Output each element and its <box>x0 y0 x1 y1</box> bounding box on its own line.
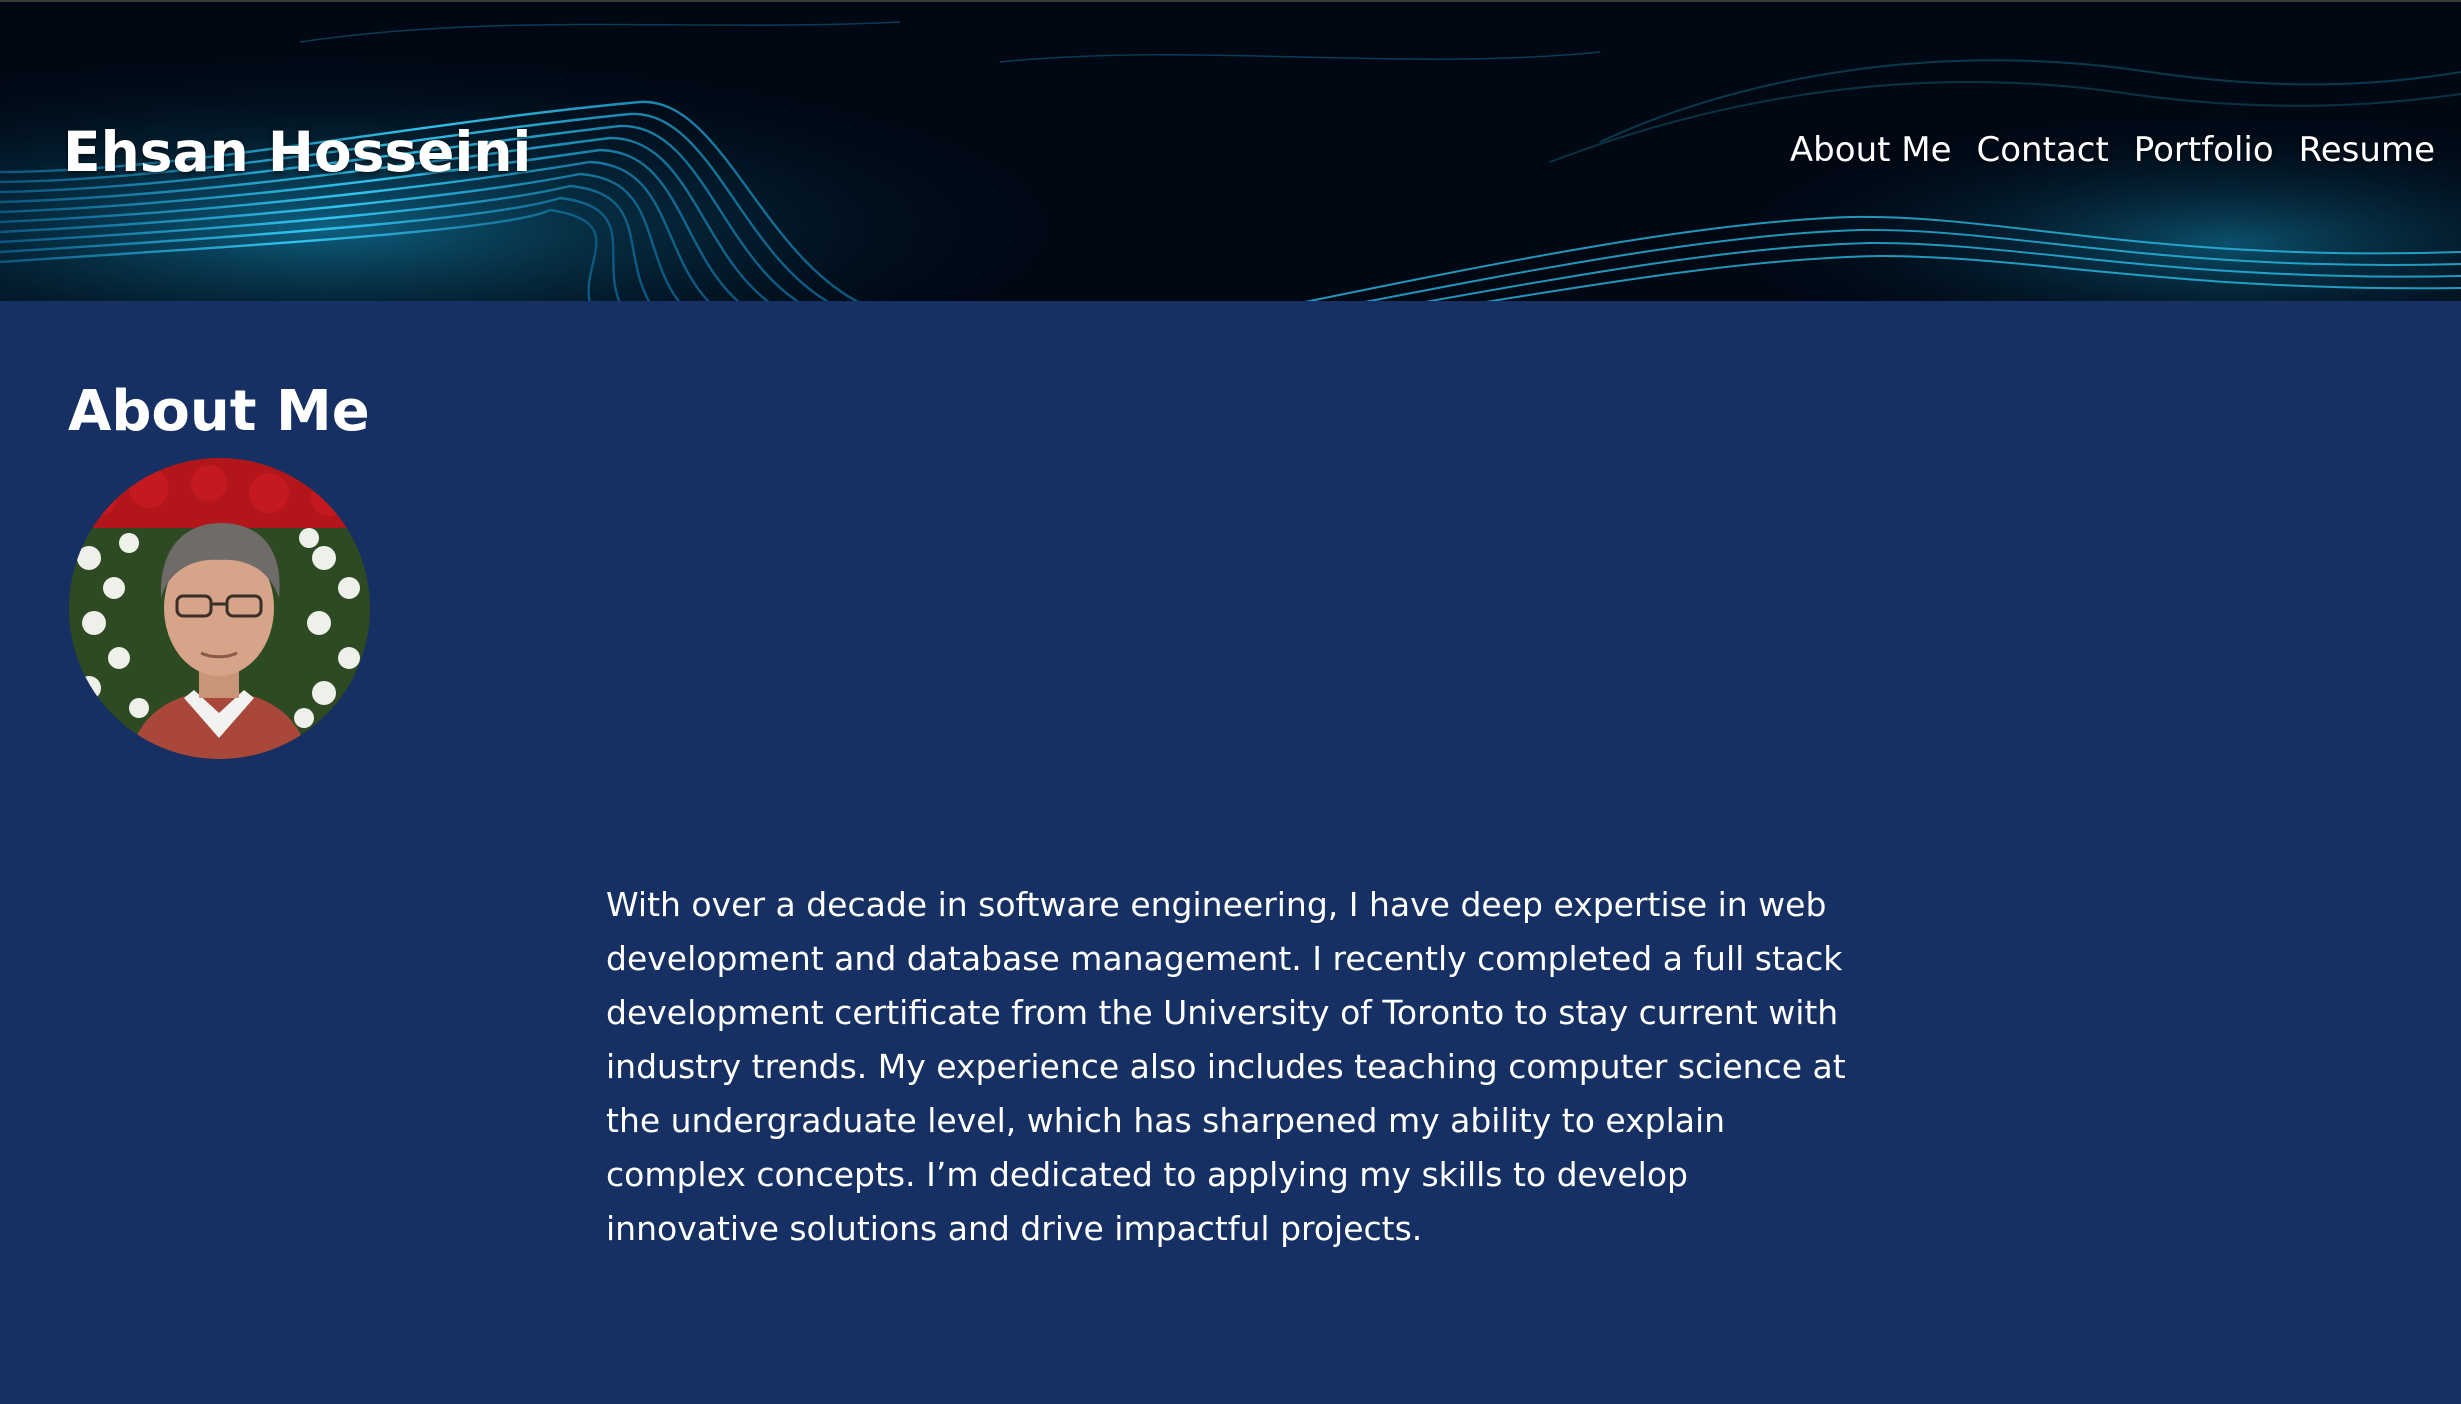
nav-link-about-me[interactable]: About Me <box>1790 130 1952 170</box>
nav-item-portfolio: Portfolio <box>2134 130 2274 170</box>
nav-link-resume[interactable]: Resume <box>2299 130 2435 170</box>
nav-link-contact[interactable]: Contact <box>1977 130 2109 170</box>
section-heading: About Me <box>68 379 370 444</box>
site-title[interactable]: Ehsan Hosseini <box>63 120 531 184</box>
profile-photo <box>69 458 370 759</box>
nav-item-about: About Me <box>1790 130 1952 170</box>
bio-paragraph: With over a decade in software engineeri… <box>606 885 1846 1248</box>
nav-list: About Me Contact Portfolio Resume <box>1790 130 2435 170</box>
site-header: Ehsan Hosseini About Me Contact Portfoli… <box>0 0 2461 301</box>
nav-link-portfolio[interactable]: Portfolio <box>2134 130 2274 170</box>
nav-item-contact: Contact <box>1977 130 2109 170</box>
nav-item-resume: Resume <box>2299 130 2435 170</box>
about-section: About Me With over a decade in software … <box>0 301 2461 1404</box>
avatar <box>69 458 370 759</box>
